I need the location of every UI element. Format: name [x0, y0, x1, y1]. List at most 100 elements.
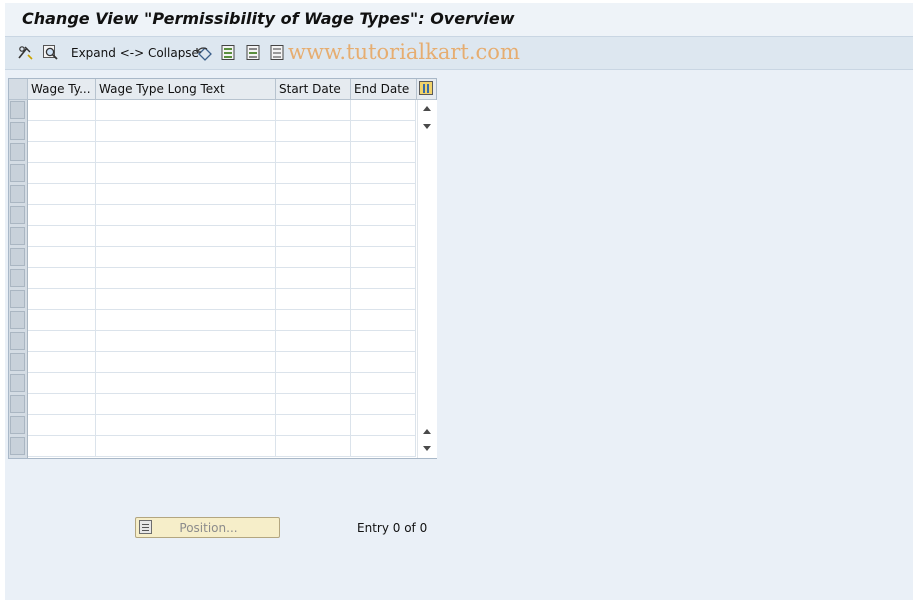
find-icon[interactable]	[42, 44, 59, 61]
table-cell[interactable]	[276, 205, 351, 225]
select-all-rows-cell[interactable]	[9, 79, 28, 99]
table-cell[interactable]	[351, 205, 416, 225]
table-cell[interactable]	[276, 394, 351, 414]
table-cell[interactable]	[276, 100, 351, 120]
column-header-start-date[interactable]: Start Date	[276, 79, 351, 99]
table-cell[interactable]	[96, 205, 276, 225]
row-selector[interactable]	[10, 332, 25, 350]
table-cell[interactable]	[28, 163, 96, 183]
table-cell[interactable]	[276, 352, 351, 372]
table-cell[interactable]	[351, 415, 416, 435]
table-cell[interactable]	[351, 436, 416, 456]
table-cell[interactable]	[276, 310, 351, 330]
table-cell[interactable]	[351, 331, 416, 351]
select-block-icon[interactable]	[245, 44, 262, 61]
table-cell[interactable]	[96, 436, 276, 456]
scroll-down-icon[interactable]	[423, 124, 431, 129]
table-cell[interactable]	[96, 415, 276, 435]
select-all-icon[interactable]	[220, 44, 237, 61]
row-selector[interactable]	[10, 122, 25, 140]
table-cell[interactable]	[28, 436, 96, 456]
row-selector[interactable]	[10, 164, 25, 182]
table-cell[interactable]	[96, 394, 276, 414]
table-cell[interactable]	[28, 226, 96, 246]
table-cell[interactable]	[351, 100, 416, 120]
table-cell[interactable]	[96, 226, 276, 246]
table-cell[interactable]	[28, 394, 96, 414]
row-selector[interactable]	[10, 416, 25, 434]
table-cell[interactable]	[351, 289, 416, 309]
vertical-scrollbar[interactable]	[417, 100, 437, 458]
table-cell[interactable]	[28, 373, 96, 393]
table-cell[interactable]	[96, 247, 276, 267]
table-cell[interactable]	[276, 163, 351, 183]
table-cell[interactable]	[276, 268, 351, 288]
table-cell[interactable]	[276, 373, 351, 393]
table-cell[interactable]	[351, 184, 416, 204]
column-header-wage-type[interactable]: Wage Ty...	[28, 79, 96, 99]
table-cell[interactable]	[96, 310, 276, 330]
table-cell[interactable]	[351, 121, 416, 141]
page-down-icon[interactable]	[423, 446, 431, 451]
column-header-long-text[interactable]: Wage Type Long Text	[96, 79, 276, 99]
table-cell[interactable]	[276, 184, 351, 204]
table-cell[interactable]	[28, 205, 96, 225]
table-cell[interactable]	[351, 310, 416, 330]
row-selector[interactable]	[10, 437, 25, 455]
row-selector[interactable]	[10, 185, 25, 203]
position-button[interactable]: Position...	[135, 517, 280, 538]
table-cell[interactable]	[351, 268, 416, 288]
table-cell[interactable]	[28, 121, 96, 141]
table-cell[interactable]	[96, 352, 276, 372]
row-selector[interactable]	[10, 206, 25, 224]
row-selector[interactable]	[10, 101, 25, 119]
table-cell[interactable]	[351, 142, 416, 162]
table-cell[interactable]	[96, 268, 276, 288]
undo-icon[interactable]	[196, 44, 213, 61]
deselect-all-icon[interactable]	[269, 44, 286, 61]
table-cell[interactable]	[28, 247, 96, 267]
table-cell[interactable]	[276, 247, 351, 267]
table-cell[interactable]	[28, 142, 96, 162]
table-cell[interactable]	[28, 331, 96, 351]
table-cell[interactable]	[96, 121, 276, 141]
row-selector[interactable]	[10, 311, 25, 329]
table-cell[interactable]	[276, 331, 351, 351]
table-cell[interactable]	[351, 352, 416, 372]
table-cell[interactable]	[96, 184, 276, 204]
row-selector[interactable]	[10, 269, 25, 287]
table-cell[interactable]	[276, 289, 351, 309]
table-cell[interactable]	[96, 100, 276, 120]
table-cell[interactable]	[96, 142, 276, 162]
scroll-up-icon[interactable]	[423, 106, 431, 111]
table-cell[interactable]	[28, 289, 96, 309]
table-cell[interactable]	[351, 394, 416, 414]
row-selector[interactable]	[10, 374, 25, 392]
table-cell[interactable]	[28, 352, 96, 372]
display-change-icon[interactable]	[17, 44, 34, 61]
column-header-end-date[interactable]: End Date	[351, 79, 417, 99]
table-cell[interactable]	[351, 163, 416, 183]
table-cell[interactable]	[351, 247, 416, 267]
expand-collapse-button[interactable]: Expand <-> Collapse	[71, 46, 199, 60]
table-cell[interactable]	[96, 331, 276, 351]
table-cell[interactable]	[351, 226, 416, 246]
table-cell[interactable]	[276, 436, 351, 456]
table-cell[interactable]	[276, 415, 351, 435]
table-cell[interactable]	[96, 373, 276, 393]
table-cell[interactable]	[28, 184, 96, 204]
table-cell[interactable]	[96, 289, 276, 309]
table-cell[interactable]	[276, 142, 351, 162]
table-cell[interactable]	[276, 226, 351, 246]
table-cell[interactable]	[351, 373, 416, 393]
row-selector[interactable]	[10, 290, 25, 308]
table-cell[interactable]	[276, 121, 351, 141]
table-cell[interactable]	[28, 310, 96, 330]
table-cell[interactable]	[28, 415, 96, 435]
row-selector[interactable]	[10, 395, 25, 413]
row-selector[interactable]	[10, 248, 25, 266]
row-selector[interactable]	[10, 143, 25, 161]
table-cell[interactable]	[28, 100, 96, 120]
table-cell[interactable]	[96, 163, 276, 183]
row-selector[interactable]	[10, 227, 25, 245]
